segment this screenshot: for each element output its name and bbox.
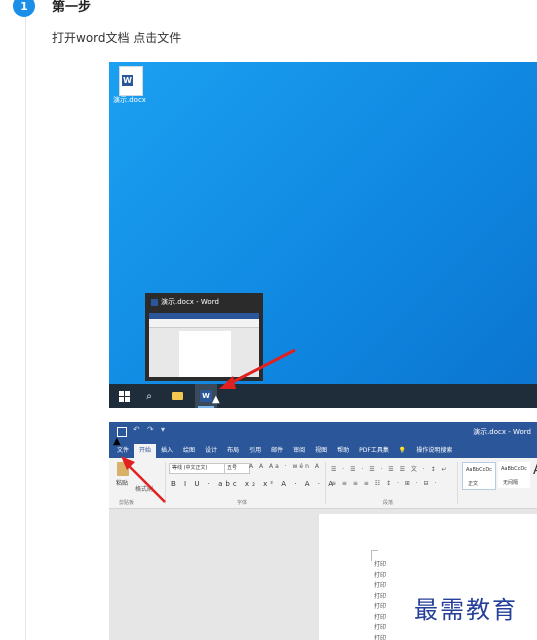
watermark: 最需教育 [414,596,518,624]
step-title: 第一步 [52,0,92,15]
desktop-screenshot: W 演示.docx 演示.docx - Word ⌕ W ▲ [109,62,537,408]
step-timeline-line [25,14,26,640]
red-arrow-annotation [219,348,296,389]
step-description: 打开word文档 点击文件 [52,31,182,45]
step-number-badge: 1 [13,0,35,17]
word-screenshot: ↶ ↷ ▾ 演示.docx - Word 文件 开始 插入 绘图 设计 布局 引… [109,422,537,640]
